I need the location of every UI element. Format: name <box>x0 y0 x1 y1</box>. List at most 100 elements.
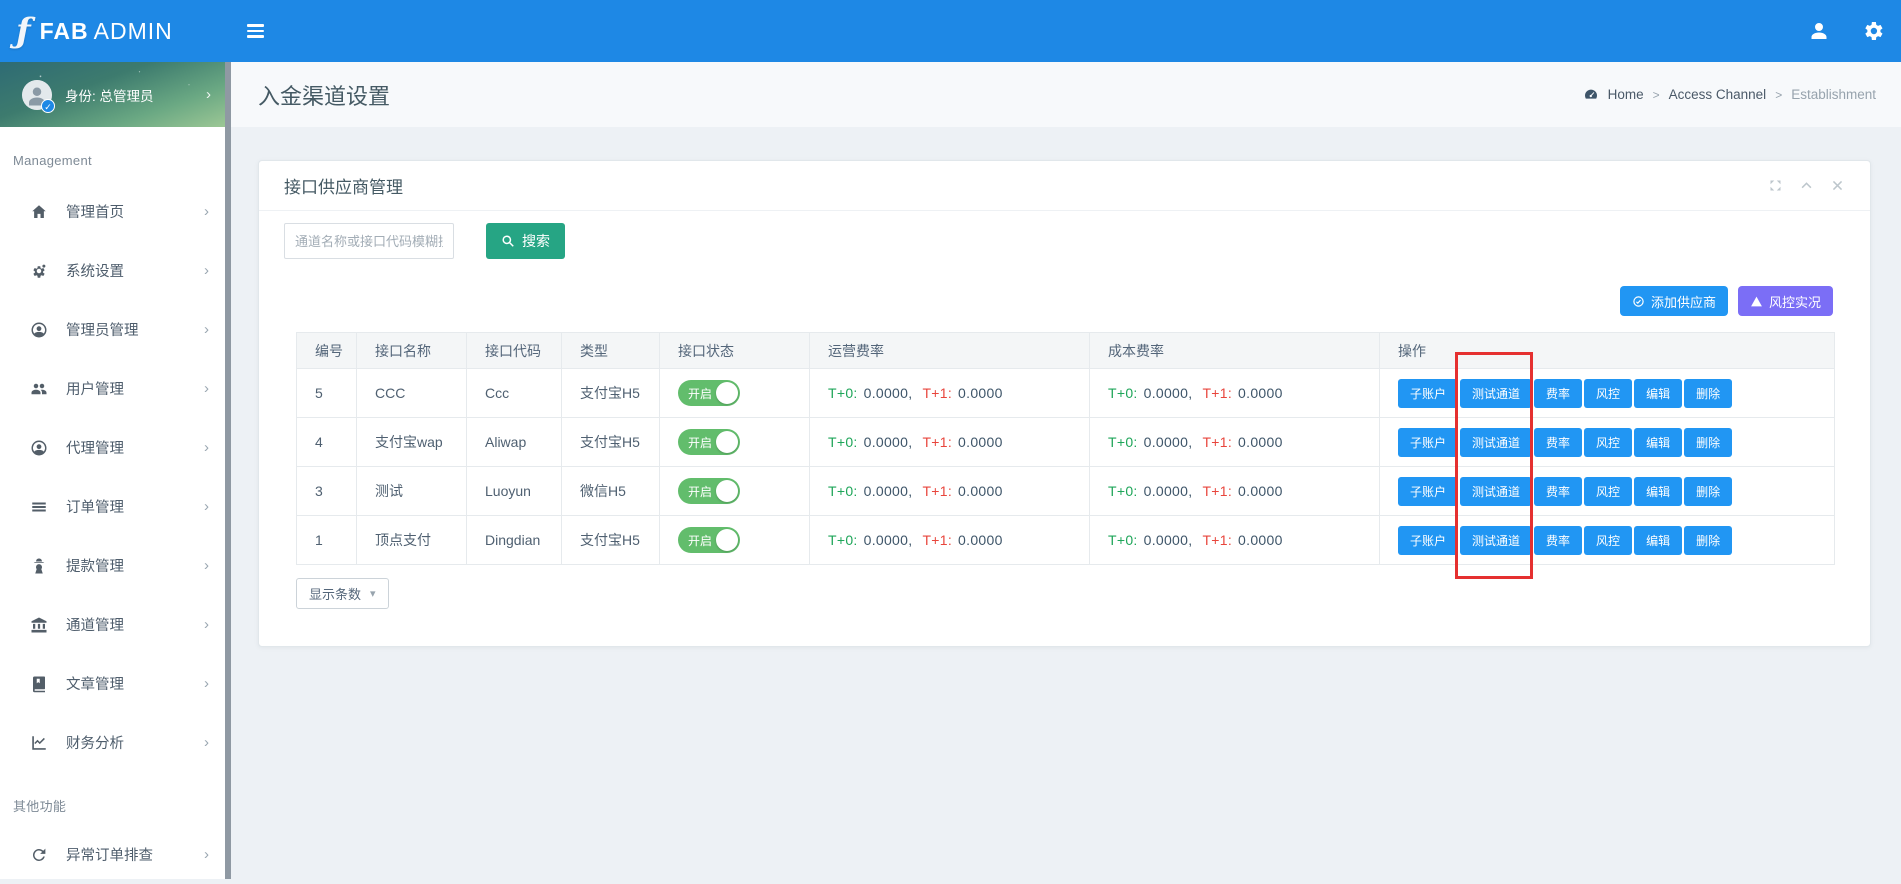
action-subaccount-button[interactable]: 子账户 <box>1398 379 1458 408</box>
search-button[interactable]: 搜索 <box>486 223 565 259</box>
col-header-name: 接口名称 <box>357 333 467 369</box>
sidebar-item-withdraw-management[interactable]: 提款管理 › <box>0 536 225 595</box>
user-icon[interactable] <box>1807 19 1831 43</box>
status-toggle[interactable]: 开启 <box>678 478 740 504</box>
collapse-icon[interactable] <box>1799 178 1814 193</box>
sidebar-item-user-management[interactable]: 用户管理 › <box>0 359 225 418</box>
sidebar-item-admin-home[interactable]: 管理首页 › <box>0 182 225 241</box>
cell-actions: 子账户 测试通道 费率 风控 编辑 删除 <box>1380 369 1835 418</box>
cell-code: Luoyun <box>467 467 562 516</box>
rate-t1-label: T+1: <box>1202 532 1232 548</box>
action-subaccount-button[interactable]: 子账户 <box>1398 477 1458 506</box>
rate-separator: , <box>1188 434 1192 450</box>
sidebar-item-label: 用户管理 <box>66 378 124 399</box>
action-risk-button[interactable]: 风控 <box>1584 526 1632 555</box>
rate-separator: , <box>908 532 912 548</box>
expand-icon[interactable] <box>1768 178 1783 193</box>
rate-separator: , <box>1188 532 1192 548</box>
table-row: 5 CCC Ccc 支付宝H5 开启 T+0:0.0 <box>297 369 1835 418</box>
cell-status: 开启 <box>660 369 810 418</box>
rate-separator: , <box>908 434 912 450</box>
search-row: 搜索 <box>284 223 1845 259</box>
menu-toggle-icon[interactable] <box>247 21 267 41</box>
sidebar-item-label: 提款管理 <box>66 555 124 576</box>
rate-separator: , <box>908 483 912 499</box>
brand-link[interactable]: ƒ FABADMIN <box>0 14 225 48</box>
sidebar-item-order-management[interactable]: 订单管理 › <box>0 477 225 536</box>
chevron-right-icon: › <box>204 734 209 751</box>
cell-op-rate: T+0:0.0000,T+1:0.0000 <box>810 418 1090 467</box>
toolbar-row: 添加供应商 风控实况 <box>284 286 1845 316</box>
action-risk-button[interactable]: 风控 <box>1584 379 1632 408</box>
search-input[interactable] <box>284 223 454 259</box>
rate-t1-value: 0.0000 <box>1238 532 1283 548</box>
cell-op-rate: T+0:0.0000,T+1:0.0000 <box>810 516 1090 565</box>
rate-t1-value: 0.0000 <box>958 434 1003 450</box>
cell-op-rate: T+0:0.0000,T+1:0.0000 <box>810 369 1090 418</box>
action-rate-button[interactable]: 费率 <box>1534 526 1582 555</box>
action-delete-button[interactable]: 删除 <box>1684 428 1732 457</box>
top-navbar: ƒ FABADMIN <box>0 0 1901 62</box>
sidebar-item-finance-analysis[interactable]: 财务分析 › <box>0 713 225 772</box>
brand-text: FABADMIN <box>40 18 173 45</box>
add-supplier-button[interactable]: 添加供应商 <box>1620 286 1728 316</box>
profile-toggle[interactable]: ✓ 身份: 总管理员 › <box>0 62 225 127</box>
sidebar-item-label: 管理员管理 <box>66 319 139 340</box>
toggle-label: 开启 <box>688 532 712 549</box>
action-edit-button[interactable]: 编辑 <box>1634 526 1682 555</box>
rate-t1-label: T+1: <box>922 483 952 499</box>
col-header-type: 类型 <box>562 333 660 369</box>
cell-name: 支付宝wap <box>357 418 467 467</box>
sidebar-item-article-management[interactable]: 文章管理 › <box>0 654 225 713</box>
action-delete-button[interactable]: 删除 <box>1684 526 1732 555</box>
rate-t0-label: T+0: <box>1108 532 1138 548</box>
action-risk-button[interactable]: 风控 <box>1584 477 1632 506</box>
sidebar-item-channel-management[interactable]: 通道管理 › <box>0 595 225 654</box>
sidebar-scrollbar[interactable] <box>225 62 231 879</box>
rate-t1-value: 0.0000 <box>1238 385 1283 401</box>
action-test-channel-button[interactable]: 测试通道 <box>1460 526 1532 555</box>
profile-identity: 身份: 总管理员 <box>65 85 154 105</box>
cell-id: 1 <box>297 516 357 565</box>
cell-cost-rate: T+0:0.0000,T+1:0.0000 <box>1090 467 1380 516</box>
action-rate-button[interactable]: 费率 <box>1534 428 1582 457</box>
action-delete-button[interactable]: 删除 <box>1684 477 1732 506</box>
breadcrumb-home[interactable]: Home <box>1608 87 1644 102</box>
action-risk-button[interactable]: 风控 <box>1584 428 1632 457</box>
cell-cost-rate: T+0:0.0000,T+1:0.0000 <box>1090 369 1380 418</box>
action-rate-button[interactable]: 费率 <box>1534 477 1582 506</box>
action-subaccount-button[interactable]: 子账户 <box>1398 526 1458 555</box>
search-icon <box>501 234 515 248</box>
rate-t0-value: 0.0000 <box>1144 385 1189 401</box>
risk-live-label: 风控实况 <box>1769 292 1821 311</box>
status-toggle[interactable]: 开启 <box>678 380 740 406</box>
rate-t0-value: 0.0000 <box>1144 434 1189 450</box>
rate-t0-value: 0.0000 <box>1144 532 1189 548</box>
action-delete-button[interactable]: 删除 <box>1684 379 1732 408</box>
sidebar-item-admin-management[interactable]: 管理员管理 › <box>0 300 225 359</box>
sidebar-item-label: 异常订单排查 <box>66 844 153 865</box>
sidebar-item-abnormal-orders[interactable]: 异常订单排查 › <box>0 825 225 884</box>
action-edit-button[interactable]: 编辑 <box>1634 379 1682 408</box>
action-edit-button[interactable]: 编辑 <box>1634 428 1682 457</box>
page-size-dropdown[interactable]: 显示条数 ▾ <box>296 578 389 609</box>
chevron-right-icon: › <box>204 262 209 279</box>
search-button-label: 搜索 <box>522 231 550 251</box>
status-toggle[interactable]: 开启 <box>678 429 740 455</box>
action-test-channel-button[interactable]: 测试通道 <box>1460 428 1532 457</box>
breadcrumb-access-channel[interactable]: Access Channel <box>1669 87 1767 102</box>
action-test-channel-button[interactable]: 测试通道 <box>1460 379 1532 408</box>
sidebar-item-agent-management[interactable]: 代理管理 › <box>0 418 225 477</box>
close-icon[interactable] <box>1830 178 1845 193</box>
cell-type: 支付宝H5 <box>562 369 660 418</box>
status-toggle[interactable]: 开启 <box>678 527 740 553</box>
action-edit-button[interactable]: 编辑 <box>1634 477 1682 506</box>
risk-live-button[interactable]: 风控实况 <box>1738 286 1833 316</box>
action-rate-button[interactable]: 费率 <box>1534 379 1582 408</box>
sidebar-item-system-settings[interactable]: 系统设置 › <box>0 241 225 300</box>
action-test-channel-button[interactable]: 测试通道 <box>1460 477 1532 506</box>
action-subaccount-button[interactable]: 子账户 <box>1398 428 1458 457</box>
bank-icon <box>30 616 48 634</box>
cell-cost-rate: T+0:0.0000,T+1:0.0000 <box>1090 418 1380 467</box>
gear-icon[interactable] <box>1861 19 1885 43</box>
